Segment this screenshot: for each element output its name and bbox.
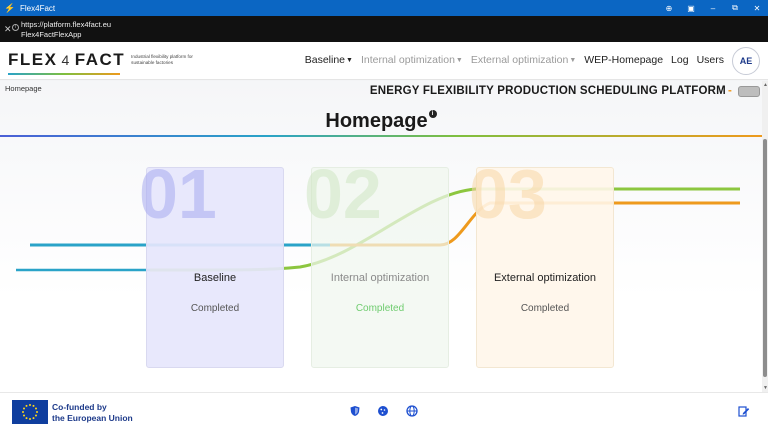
card-status: Completed (355, 303, 405, 314)
logo-text-mid: 4 (61, 52, 71, 68)
card-number: 03 (469, 155, 547, 233)
eu-funding-text: Co-funded by the European Union (52, 402, 133, 424)
card-status: Completed (190, 303, 240, 314)
nav-label: External optimization (470, 54, 569, 66)
nav-log[interactable]: Log (671, 54, 689, 66)
logo-text-left: FLEX (8, 50, 58, 69)
eu-flag-icon (12, 400, 48, 424)
shield-icon[interactable] (349, 405, 361, 417)
chevron-down-icon: ▼ (346, 56, 353, 64)
nav-label: Baseline (304, 54, 346, 66)
window-title: Flex4Fact (20, 3, 56, 13)
card-status: Completed (520, 303, 570, 314)
card-external-optimization[interactable]: 03 External optimization Completed (469, 155, 614, 368)
user-avatar[interactable]: AE (732, 47, 760, 75)
flex4fact-logo[interactable]: FLEX 4 FACT Industrial flexibility platfor… (8, 50, 193, 75)
card-baseline[interactable]: 01 Baseline Completed (139, 155, 284, 368)
url-bar: ✕ i https://platform.flex4fact.eu Flex4F… (0, 16, 768, 42)
nav-label: Internal optimization (360, 54, 455, 66)
card-number: 02 (304, 155, 382, 233)
close-window-button[interactable]: ✕ (746, 0, 768, 16)
close-icon[interactable]: ✕ (4, 24, 12, 35)
maximize-button[interactable]: ⧉ (724, 0, 746, 16)
card-label: Baseline (193, 272, 237, 284)
window-titlebar: ⚡ Flex4Fact ⊕ ▣ – ⧉ ✕ (0, 0, 768, 16)
cookie-icon[interactable] (377, 405, 389, 417)
cast-icon[interactable]: ▣ (680, 0, 702, 16)
main-nav: Baseline ▼ Internal optimization ▼ Externa… (297, 54, 724, 66)
globe-icon[interactable] (406, 405, 418, 417)
chevron-down-icon: ▼ (455, 56, 463, 64)
url-text[interactable]: https://platform.flex4fact.eu (21, 20, 111, 29)
logo-text-right: FACT (74, 50, 126, 69)
logo-tagline: Industrial flexibility platform for sust… (131, 54, 193, 65)
app-header: FLEX 4 FACT Industrial flexibility platfor… (0, 42, 768, 80)
app-icon: ⚡ (4, 3, 16, 13)
zoom-icon[interactable]: ⊕ (658, 0, 680, 16)
scrollbar-thumb[interactable] (763, 139, 767, 377)
nav-label: WEP-Homepage (584, 54, 664, 66)
nav-label: Log (671, 54, 689, 66)
nav-label: Users (696, 54, 724, 66)
scroll-up-icon[interactable]: ▲ (763, 82, 768, 88)
nav-external-optimization[interactable]: External optimization ▼ (471, 54, 576, 66)
site-name: Flex4FactFlexApp (21, 30, 82, 39)
eu-line-1: Co-funded by (52, 402, 107, 412)
eu-stars (22, 404, 38, 420)
scroll-down-icon[interactable]: ▼ (763, 385, 768, 391)
logo-underline (8, 73, 120, 75)
nav-users[interactable]: Users (697, 54, 724, 66)
minimize-button[interactable]: – (702, 0, 724, 16)
card-label: Internal optimization (330, 272, 430, 284)
card-number: 01 (139, 155, 217, 233)
footer: Co-funded by the European Union (0, 392, 768, 432)
nav-baseline[interactable]: Baseline ▼ (305, 54, 353, 66)
info-icon[interactable]: i (12, 24, 19, 31)
nav-internal-optimization[interactable]: Internal optimization ▼ (361, 54, 463, 66)
eu-line-2: the European Union (52, 413, 133, 423)
card-label: External optimization (493, 272, 597, 284)
card-internal-optimization[interactable]: 02 Internal optimization Completed (304, 155, 449, 368)
vertical-scrollbar[interactable]: ▲ ▼ (762, 81, 768, 392)
edit-icon[interactable] (738, 405, 750, 417)
main-content: Homepage ENERGY FLEXIBILITY PRODUCTION S… (0, 81, 762, 392)
logo-wordmark: FLEX 4 FACT (8, 50, 126, 75)
chevron-down-icon: ▼ (569, 56, 577, 64)
nav-wep-homepage[interactable]: WEP-Homepage (584, 54, 663, 66)
